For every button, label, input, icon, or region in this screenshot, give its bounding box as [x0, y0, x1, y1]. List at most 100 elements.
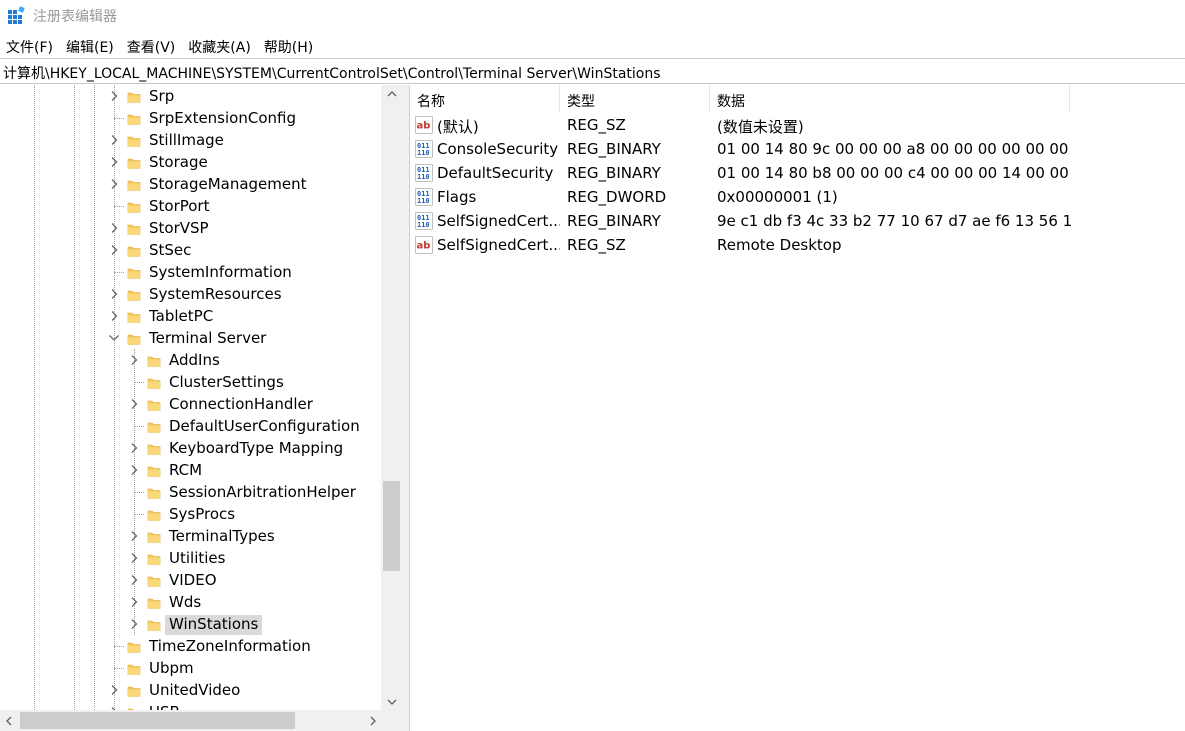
tree-item-label[interactable]: StSec — [145, 241, 195, 261]
address-path[interactable]: 计算机\HKEY_LOCAL_MACHINE\SYSTEM\CurrentCon… — [3, 63, 661, 83]
address-bar[interactable]: 计算机\HKEY_LOCAL_MACHINE\SYSTEM\CurrentCon… — [0, 58, 1185, 84]
scroll-up-button[interactable] — [381, 85, 402, 102]
tree-item[interactable]: TabletPC — [0, 305, 381, 327]
tree-item[interactable]: StillImage — [0, 129, 381, 151]
tree-horizontal-scrollbar[interactable] — [0, 710, 381, 731]
tree-item-label[interactable]: StorVSP — [145, 219, 213, 239]
tree-item-label[interactable]: USB — [145, 703, 184, 710]
scroll-left-button[interactable] — [0, 710, 17, 731]
tree-item-label[interactable]: Storage — [145, 153, 212, 173]
tree-item-label[interactable]: KeyboardType Mapping — [165, 439, 347, 459]
scroll-down-button[interactable] — [381, 693, 402, 710]
tree-item[interactable]: StorVSP — [0, 217, 381, 239]
tree-item[interactable]: RCM — [0, 459, 381, 481]
tree-item[interactable]: TerminalTypes — [0, 525, 381, 547]
table-row[interactable]: ab (默认) REG_SZ (数值未设置) — [410, 113, 1185, 137]
tree-item-label[interactable]: TimeZoneInformation — [145, 637, 315, 657]
tree-item-label[interactable]: SessionArbitrationHelper — [165, 483, 360, 503]
tree-item[interactable]: AddIns — [0, 349, 381, 371]
tree-item-label[interactable]: AddIns — [165, 351, 224, 371]
tree-item-label[interactable]: ClusterSettings — [165, 373, 288, 393]
horizontal-scroll-thumb[interactable] — [20, 712, 295, 729]
tree-item-label[interactable]: VIDEO — [165, 571, 221, 591]
tree-item[interactable]: Storage — [0, 151, 381, 173]
menu-item[interactable]: 收藏夹(A) — [182, 34, 258, 58]
chevron-right-icon[interactable] — [127, 591, 141, 613]
tree-item[interactable]: Terminal Server — [0, 327, 381, 349]
chevron-right-icon[interactable] — [107, 173, 121, 195]
chevron-right-icon[interactable] — [107, 679, 121, 701]
tree-item[interactable]: SysProcs — [0, 503, 381, 525]
tree-item-label[interactable]: SysProcs — [165, 505, 239, 525]
tree-item[interactable]: SessionArbitrationHelper — [0, 481, 381, 503]
tree-item[interactable]: StorPort — [0, 195, 381, 217]
table-row[interactable]: 011 110 ConsoleSecurity REG_BINARY 01 00 14 … — [410, 137, 1185, 161]
tree-vertical-scrollbar[interactable] — [381, 85, 402, 710]
chevron-right-icon[interactable] — [107, 239, 121, 261]
table-row[interactable]: 011 110 SelfSignedCert... REG_BINARY 9e c1 d… — [410, 209, 1185, 233]
tree-item-label[interactable]: TerminalTypes — [165, 527, 279, 547]
menu-item[interactable]: 查看(V) — [121, 34, 183, 58]
chevron-down-icon[interactable] — [107, 327, 121, 349]
menu-item[interactable]: 文件(F) — [0, 34, 60, 58]
tree-item-label[interactable]: TabletPC — [145, 307, 217, 327]
chevron-right-icon[interactable] — [127, 525, 141, 547]
tree-item-label[interactable]: Wds — [165, 593, 205, 613]
tree-item[interactable]: TimeZoneInformation — [0, 635, 381, 657]
table-row[interactable]: 011 110 Flags REG_DWORD 0x00000001 (1) — [410, 185, 1185, 209]
tree-item-label[interactable]: WinStations — [165, 615, 263, 635]
tree-item-label[interactable]: StillImage — [145, 131, 228, 151]
tree-item[interactable]: Ubpm — [0, 657, 381, 679]
menu-item[interactable]: 编辑(E) — [60, 34, 121, 58]
tree-item[interactable]: KeyboardType Mapping — [0, 437, 381, 459]
tree-item[interactable]: DefaultUserConfiguration — [0, 415, 381, 437]
chevron-right-icon[interactable] — [127, 459, 141, 481]
chevron-right-icon[interactable] — [107, 217, 121, 239]
column-header-data[interactable]: 数据 — [710, 85, 1070, 112]
scroll-right-button[interactable] — [364, 710, 381, 731]
chevron-right-icon[interactable] — [127, 613, 141, 635]
tree-item-label[interactable]: Utilities — [165, 549, 229, 569]
chevron-right-icon[interactable] — [127, 437, 141, 459]
chevron-right-icon[interactable] — [127, 393, 141, 415]
table-row[interactable]: 011 110 DefaultSecurity REG_BINARY 01 00 14 … — [410, 161, 1185, 185]
chevron-right-icon[interactable] — [127, 349, 141, 371]
chevron-right-icon[interactable] — [107, 129, 121, 151]
tree-item-label[interactable]: Srp — [145, 87, 178, 107]
tree-item-label[interactable]: ConnectionHandler — [165, 395, 317, 415]
chevron-right-icon[interactable] — [107, 701, 121, 710]
tree-item[interactable]: VIDEO — [0, 569, 381, 591]
tree-item[interactable]: SystemResources — [0, 283, 381, 305]
tree-item-label[interactable]: SrpExtensionConfig — [145, 109, 300, 129]
tree-item[interactable]: UnitedVideo — [0, 679, 381, 701]
tree-item-label[interactable]: RCM — [165, 461, 206, 481]
vertical-scroll-thumb[interactable] — [383, 481, 400, 571]
tree-item[interactable]: StSec — [0, 239, 381, 261]
menu-item[interactable]: 帮助(H) — [258, 34, 320, 58]
chevron-right-icon[interactable] — [107, 283, 121, 305]
chevron-right-icon[interactable] — [127, 569, 141, 591]
chevron-right-icon[interactable] — [127, 547, 141, 569]
tree-item[interactable]: USB — [0, 701, 381, 710]
column-header-type[interactable]: 类型 — [560, 85, 710, 112]
tree-item[interactable]: WinStations — [0, 613, 381, 635]
column-header-name[interactable]: 名称 — [410, 85, 560, 112]
tree-item[interactable]: StorageManagement — [0, 173, 381, 195]
tree-item-label[interactable]: UnitedVideo — [145, 681, 244, 701]
tree-item-label[interactable]: Terminal Server — [145, 329, 270, 349]
table-row[interactable]: ab SelfSignedCert... REG_SZ Remote Desktop — [410, 233, 1185, 257]
tree-item[interactable]: Srp — [0, 85, 381, 107]
tree-item[interactable]: SystemInformation — [0, 261, 381, 283]
tree-item[interactable]: Wds — [0, 591, 381, 613]
tree-item[interactable]: ConnectionHandler — [0, 393, 381, 415]
chevron-right-icon[interactable] — [107, 305, 121, 327]
tree-item[interactable]: Utilities — [0, 547, 381, 569]
tree-item-label[interactable]: DefaultUserConfiguration — [165, 417, 364, 437]
tree-item-label[interactable]: StorPort — [145, 197, 213, 217]
chevron-right-icon[interactable] — [107, 85, 121, 107]
tree-item-label[interactable]: StorageManagement — [145, 175, 311, 195]
tree-item[interactable]: SrpExtensionConfig — [0, 107, 381, 129]
chevron-right-icon[interactable] — [107, 151, 121, 173]
tree-item[interactable]: ClusterSettings — [0, 371, 381, 393]
tree-item-label[interactable]: SystemResources — [145, 285, 286, 305]
